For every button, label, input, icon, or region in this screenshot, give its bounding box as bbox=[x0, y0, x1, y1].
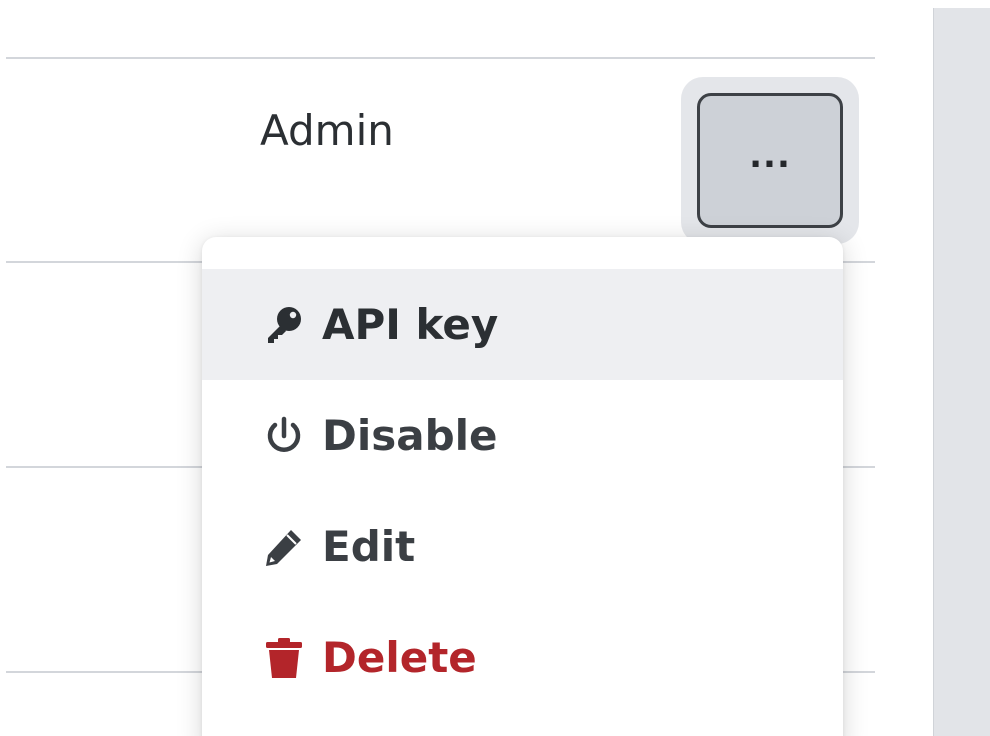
row-actions-dropdown: API key Disable Edit Delete bbox=[202, 237, 843, 736]
vertical-scrollbar[interactable] bbox=[933, 8, 990, 736]
user-role-cell: Admin bbox=[260, 106, 394, 155]
table-row-divider bbox=[6, 57, 875, 59]
trash-icon bbox=[262, 636, 306, 680]
menu-item-api-key[interactable]: API key bbox=[202, 269, 843, 380]
menu-item-label: Disable bbox=[322, 410, 498, 460]
pencil-icon bbox=[262, 525, 306, 569]
menu-item-label: API key bbox=[322, 299, 499, 349]
menu-item-edit[interactable]: Edit bbox=[202, 491, 843, 602]
menu-item-disable[interactable]: Disable bbox=[202, 380, 843, 491]
key-icon bbox=[262, 303, 306, 347]
menu-item-label: Delete bbox=[322, 632, 477, 682]
ellipsis-icon: ... bbox=[749, 135, 791, 176]
row-actions-button[interactable]: ... bbox=[697, 93, 843, 228]
menu-item-delete[interactable]: Delete bbox=[202, 602, 843, 713]
menu-item-label: Edit bbox=[322, 521, 416, 571]
power-icon bbox=[262, 414, 306, 458]
users-table-view: Admin ... API key Disable Edit Delete bbox=[0, 0, 990, 736]
dropdown-menu-list: API key Disable Edit Delete bbox=[202, 269, 843, 713]
